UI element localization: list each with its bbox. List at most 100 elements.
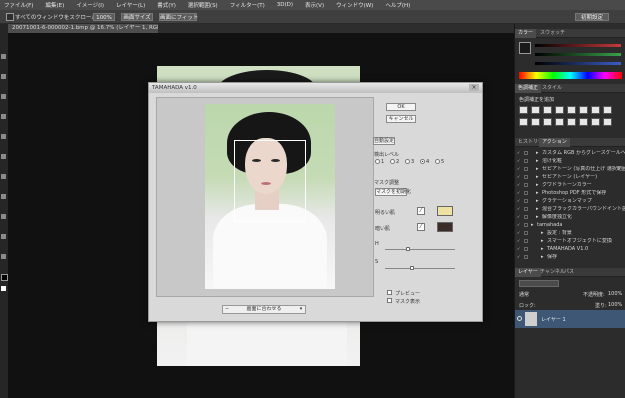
menu-item-8[interactable]: 表示(V) bbox=[305, 1, 324, 9]
action-item[interactable]: ✓ ▸ スマートオブジェクトに変換 bbox=[515, 238, 625, 245]
opacity-value[interactable]: 100% bbox=[608, 291, 622, 297]
dialog-toggle-icon[interactable] bbox=[524, 183, 528, 187]
tab-color[interactable]: カラー bbox=[515, 29, 537, 38]
action-item[interactable]: ✓ ▸ クワドラトーンカラー bbox=[515, 182, 625, 189]
expand-triangle-icon[interactable]: ▸ bbox=[536, 182, 539, 189]
check-icon[interactable]: ✓ bbox=[517, 239, 521, 243]
check-icon[interactable]: ✓ bbox=[517, 231, 521, 235]
auto-set-button[interactable]: 自動設定 bbox=[373, 137, 395, 145]
chevron-down-icon[interactable]: ▾ bbox=[297, 306, 305, 313]
menu-item-9[interactable]: ウィンドウ(W) bbox=[336, 1, 373, 9]
expand-triangle-icon[interactable]: ▸ bbox=[541, 246, 544, 253]
check-icon[interactable]: ✓ bbox=[517, 247, 521, 251]
cancel-button[interactable]: キャンセル bbox=[386, 115, 416, 123]
mask-display-checkbox[interactable] bbox=[387, 298, 392, 303]
face-selection-rect[interactable] bbox=[234, 140, 306, 222]
adjustment-preset-icon[interactable] bbox=[567, 118, 576, 126]
action-item[interactable]: ✓ ▸ 溶け化粧 bbox=[515, 158, 625, 165]
move-tool-icon[interactable] bbox=[1, 54, 6, 59]
eraser-tool-icon[interactable] bbox=[1, 234, 6, 239]
lasso-tool-icon[interactable] bbox=[1, 94, 6, 99]
preview-pane[interactable] bbox=[156, 97, 374, 297]
tab-paths[interactable]: パス bbox=[561, 268, 577, 277]
green-channel-slider[interactable] bbox=[535, 53, 621, 56]
menu-item-0[interactable]: ファイル(F) bbox=[4, 1, 33, 9]
detect-level-radio-2[interactable] bbox=[390, 159, 395, 164]
expand-triangle-icon[interactable]: ▸ bbox=[536, 158, 539, 165]
blend-mode-select[interactable]: 通常 bbox=[519, 291, 529, 298]
expand-triangle-icon[interactable]: ▸ bbox=[541, 254, 544, 261]
adjustment-preset-icon[interactable] bbox=[519, 106, 528, 114]
dialog-close-icon[interactable]: × bbox=[469, 84, 479, 91]
layer-filter-select[interactable] bbox=[519, 280, 559, 287]
action-item[interactable]: ✓ ▸ グラデーションマップ bbox=[515, 198, 625, 205]
expand-triangle-icon[interactable]: ▸ bbox=[536, 198, 539, 205]
brush-tool-icon[interactable] bbox=[1, 194, 6, 199]
workspace-button[interactable]: 初期設定 bbox=[575, 13, 609, 21]
check-icon[interactable]: ✓ bbox=[517, 183, 521, 187]
check-icon[interactable]: ✓ bbox=[517, 215, 521, 219]
layer-row[interactable]: レイヤー 1 bbox=[515, 310, 625, 328]
gradient-tool-icon[interactable] bbox=[1, 254, 6, 259]
expand-triangle-icon[interactable]: ▸ bbox=[536, 174, 539, 181]
bright-eyedropper-icon[interactable]: ⁄ bbox=[417, 207, 425, 215]
detect-level-radio-1[interactable] bbox=[375, 159, 380, 164]
dialog-toggle-icon[interactable] bbox=[524, 175, 528, 179]
dialog-toggle-icon[interactable] bbox=[524, 167, 528, 171]
dialog-toggle-icon[interactable] bbox=[524, 247, 528, 251]
dialog-toggle-icon[interactable] bbox=[524, 191, 528, 195]
detect-level-radio-4[interactable] bbox=[420, 159, 425, 164]
expand-triangle-icon[interactable]: ▸ bbox=[536, 150, 539, 157]
dialog-toggle-icon[interactable] bbox=[524, 231, 528, 235]
menu-item-2[interactable]: イメージ(I) bbox=[76, 1, 104, 9]
dialog-toggle-icon[interactable] bbox=[524, 151, 528, 155]
adjustment-preset-icon[interactable] bbox=[543, 118, 552, 126]
check-icon[interactable]: ✓ bbox=[517, 199, 521, 203]
clone-stamp-tool-icon[interactable] bbox=[1, 214, 6, 219]
menu-item-4[interactable]: 書式(Y) bbox=[157, 1, 176, 9]
check-icon[interactable]: ✓ bbox=[517, 191, 521, 195]
red-channel-slider[interactable] bbox=[535, 44, 621, 47]
h-slider-track[interactable] bbox=[385, 249, 455, 250]
action-item[interactable]: ✓ ▸ 混合ブラックカラーパウンドイント設定 bbox=[515, 206, 625, 213]
adjustment-preset-icon[interactable] bbox=[579, 118, 588, 126]
foreground-swatch[interactable] bbox=[519, 42, 531, 54]
action-item[interactable]: ✓ ▸ セピアトーン (写真の仕上げ 選択範囲) bbox=[515, 166, 625, 173]
dialog-toggle-icon[interactable] bbox=[524, 199, 528, 203]
crop-tool-icon[interactable] bbox=[1, 134, 6, 139]
eyedropper-tool-icon[interactable] bbox=[1, 154, 6, 159]
healing-brush-tool-icon[interactable] bbox=[1, 174, 6, 179]
check-icon[interactable]: ✓ bbox=[517, 151, 521, 155]
adjustment-preset-icon[interactable] bbox=[543, 106, 552, 114]
expand-triangle-icon[interactable]: ▸ bbox=[536, 166, 539, 173]
adjustment-preset-icon[interactable] bbox=[567, 106, 576, 114]
menu-item-5[interactable]: 選択範囲(S) bbox=[188, 1, 218, 9]
adjustment-preset-icon[interactable] bbox=[591, 106, 600, 114]
action-item[interactable]: ✓ ▸ カスタム RGB からグレースケールへ bbox=[515, 150, 625, 157]
menu-item-3[interactable]: レイヤー(L) bbox=[116, 1, 145, 9]
menu-item-10[interactable]: ヘルプ(H) bbox=[385, 1, 410, 9]
dark-skin-swatch[interactable] bbox=[437, 222, 453, 232]
adjustment-preset-icon[interactable] bbox=[555, 118, 564, 126]
tab-adjustments[interactable]: 色調補正 bbox=[515, 84, 542, 93]
preview-checkbox[interactable] bbox=[387, 290, 392, 295]
fill-value[interactable]: 100% bbox=[608, 302, 622, 308]
check-icon[interactable]: ✓ bbox=[517, 159, 521, 163]
expand-triangle-icon[interactable]: ▸ bbox=[531, 222, 534, 229]
dialog-toggle-icon[interactable] bbox=[524, 223, 528, 227]
adjustment-preset-icon[interactable] bbox=[531, 118, 540, 126]
check-icon[interactable]: ✓ bbox=[517, 207, 521, 211]
zoom-combo[interactable]: − 画面に合わせる ▾ bbox=[222, 305, 306, 314]
expand-triangle-icon[interactable]: ▸ bbox=[541, 230, 544, 237]
background-color-icon[interactable] bbox=[1, 286, 6, 291]
menu-item-1[interactable]: 編集(E) bbox=[45, 1, 64, 9]
adjustment-preset-icon[interactable] bbox=[519, 118, 528, 126]
scroll-all-checkbox[interactable] bbox=[6, 13, 14, 21]
action-item[interactable]: ✓ ▸ Photoshop PDF 形式で保存 bbox=[515, 190, 625, 197]
dialog-toggle-icon[interactable] bbox=[524, 207, 528, 211]
dark-eyedropper-icon[interactable]: ⁄ bbox=[417, 223, 425, 231]
mask-reset-button[interactable]: マスクを初期化 bbox=[375, 188, 411, 196]
menu-item-7[interactable]: 3D(D) bbox=[277, 2, 293, 8]
adjustment-preset-icon[interactable] bbox=[603, 118, 612, 126]
foreground-color-icon[interactable] bbox=[1, 274, 8, 281]
